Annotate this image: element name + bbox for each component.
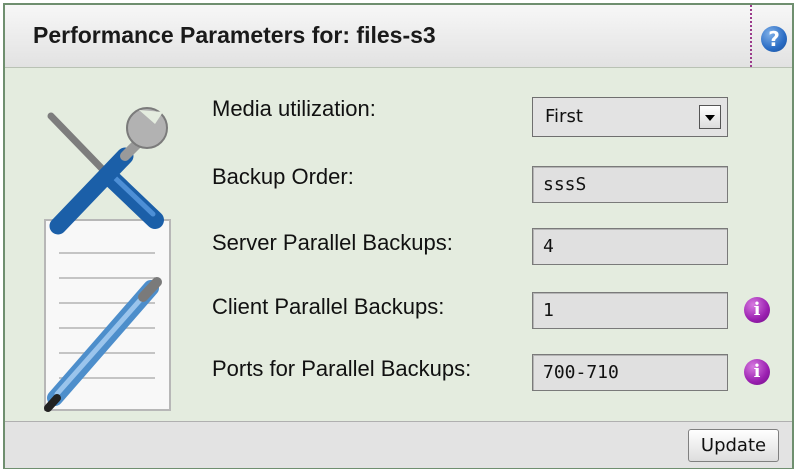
- performance-parameters-panel: Performance Parameters for: files-s3 ? M…: [3, 3, 794, 469]
- ports-parallel-backups-input[interactable]: 700-710: [532, 354, 728, 391]
- panel-header: Performance Parameters for: files-s3 ?: [5, 5, 792, 68]
- backup-order-row: Backup Order: sssS: [5, 158, 792, 208]
- panel-body: Media utilization: First Backup Order: s…: [5, 68, 792, 420]
- update-button[interactable]: Update: [688, 429, 779, 462]
- client-parallel-info-icon[interactable]: i: [744, 297, 770, 323]
- panel-footer: Update: [5, 421, 792, 468]
- client-parallel-backups-input[interactable]: 1: [532, 292, 728, 329]
- server-parallel-backups-input[interactable]: 4: [532, 228, 728, 265]
- media-utilization-label: Media utilization:: [212, 96, 376, 121]
- media-utilization-row: Media utilization: First: [5, 88, 792, 138]
- chevron-down-icon[interactable]: [699, 105, 721, 129]
- server-parallel-backups-row: Server Parallel Backups: 4: [5, 224, 792, 274]
- media-utilization-select[interactable]: First: [532, 97, 728, 137]
- header-separator: [750, 5, 752, 67]
- ports-parallel-backups-row: Ports for Parallel Backups: 700-710 i: [5, 350, 792, 400]
- ports-parallel-info-icon[interactable]: i: [744, 359, 770, 385]
- client-parallel-backups-label: Client Parallel Backups:: [212, 294, 445, 319]
- client-parallel-backups-row: Client Parallel Backups: 1 i: [5, 288, 792, 338]
- panel-title: Performance Parameters for: files-s3: [33, 22, 436, 48]
- help-icon[interactable]: ?: [761, 26, 787, 52]
- backup-order-input[interactable]: sssS: [532, 166, 728, 203]
- server-parallel-backups-label: Server Parallel Backups:: [212, 230, 453, 255]
- media-utilization-value: First: [545, 106, 583, 127]
- backup-order-label: Backup Order:: [212, 164, 354, 189]
- ports-parallel-backups-label: Ports for Parallel Backups:: [212, 356, 472, 381]
